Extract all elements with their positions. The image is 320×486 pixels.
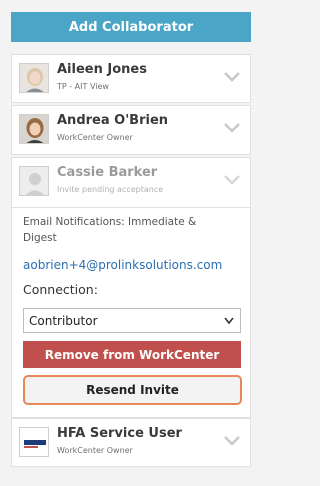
chevron-down-icon[interactable] (224, 123, 240, 133)
remove-from-workcenter-button[interactable]: Remove from WorkCenter (23, 341, 241, 368)
collaborator-details: Email Notifications: Immediate & Digest … (11, 208, 251, 418)
resend-invite-button[interactable]: Resend Invite (23, 375, 242, 405)
collaborator-role: WorkCenter Owner (57, 133, 133, 142)
chevron-down-icon[interactable] (224, 72, 240, 82)
collaborator-name: Aileen Jones (57, 62, 147, 77)
avatar (19, 114, 49, 144)
collaborator-name: Cassie Barker (57, 165, 158, 180)
chevron-down-icon (224, 317, 234, 325)
collaborator-name: HFA Service User (57, 426, 182, 441)
avatar (19, 63, 49, 93)
collaborator-name: Andrea O'Brien (57, 113, 169, 128)
connection-select[interactable]: Contributor (23, 308, 241, 333)
collaborator-status: Invite pending acceptance (57, 185, 164, 194)
collaborator-row[interactable]: Andrea O'Brien WorkCenter Owner (11, 105, 251, 155)
collaborator-role: WorkCenter Owner (57, 446, 133, 455)
connection-select-value: Contributor (29, 313, 98, 328)
chevron-down-icon[interactable] (224, 436, 240, 446)
collaborator-row-expanded[interactable]: Cassie Barker Invite pending acceptance (11, 157, 251, 208)
chevron-down-icon[interactable] (224, 175, 240, 185)
collaborator-row[interactable]: Aileen Jones TP - AIT View (11, 54, 251, 103)
avatar-logo (19, 427, 49, 457)
avatar-placeholder (19, 166, 49, 196)
add-collaborator-button[interactable]: Add Collaborator (11, 12, 251, 42)
collaborator-row[interactable]: HFA Service User WorkCenter Owner (11, 418, 251, 467)
collaborator-role: TP - AIT View (57, 82, 109, 91)
email-link[interactable]: aobrien+4@prolinksolutions.com (23, 258, 222, 272)
email-notifications-text: Email Notifications: Immediate & Digest (23, 216, 197, 244)
connection-label: Connection: (23, 282, 98, 297)
